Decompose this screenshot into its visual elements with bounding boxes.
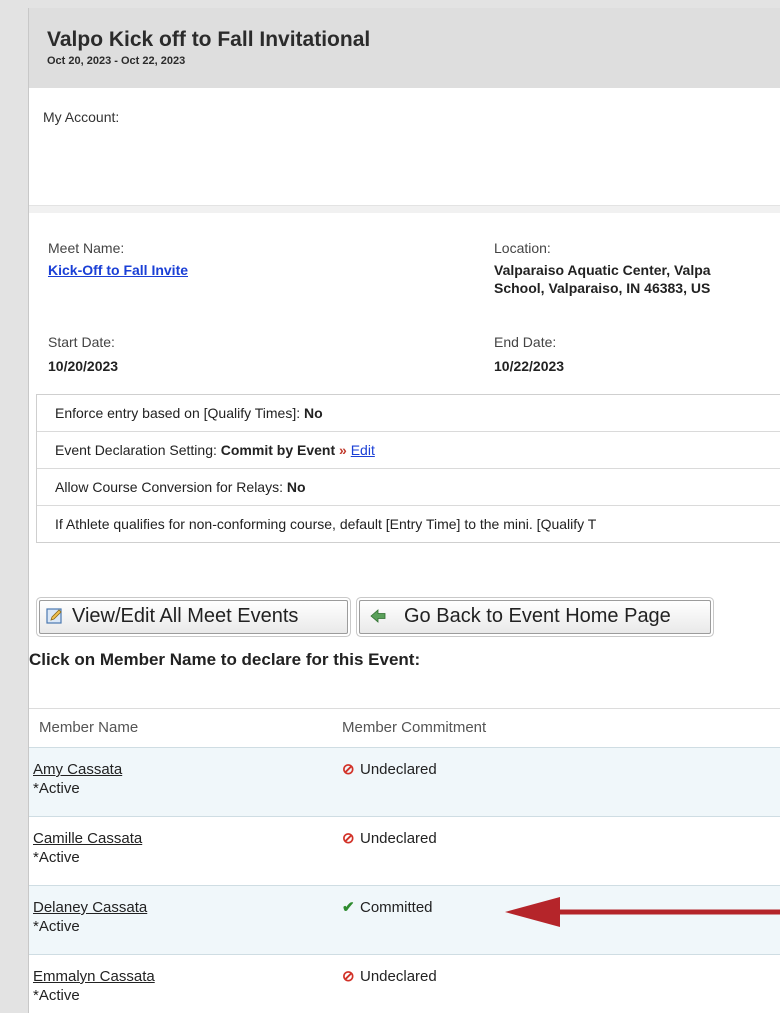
location-label: Location: xyxy=(494,240,551,256)
section-divider xyxy=(29,205,780,213)
member-row: Camille Cassata *Active ⊘ Undeclared xyxy=(29,816,780,885)
member-name-link[interactable]: Camille Cassata xyxy=(33,830,142,847)
setting-course-conversion: Allow Course Conversion for Relays: No xyxy=(37,469,780,506)
commitment-status: ⊘ Undeclared xyxy=(342,967,437,985)
commitment-text: Undeclared xyxy=(360,968,437,985)
commitment-text: Undeclared xyxy=(360,830,437,847)
col-member-commitment: Member Commitment xyxy=(342,719,487,736)
raquo-separator: » xyxy=(335,442,351,458)
view-edit-meet-events-button[interactable]: View/Edit All Meet Events xyxy=(39,600,348,634)
member-table-header: Member Name Member Commitment xyxy=(29,708,780,747)
setting-enforce-label: Enforce entry based on [Qualify Times]: xyxy=(55,405,305,421)
setting-course-conv-value: No xyxy=(286,479,306,495)
meet-name-link[interactable]: Kick-Off to Fall Invite xyxy=(48,261,188,279)
meet-header: Valpo Kick off to Fall Invitational Oct … xyxy=(29,8,780,88)
setting-course-conv-label: Allow Course Conversion for Relays: xyxy=(55,479,287,495)
member-name-link[interactable]: Amy Cassata xyxy=(33,761,122,778)
my-account-label: My Account: xyxy=(43,109,120,125)
undeclared-icon: ⊘ xyxy=(342,761,355,778)
col-member-name: Member Name xyxy=(39,719,139,736)
checkmark-icon: ✔ xyxy=(342,899,355,916)
commitment-text: Committed xyxy=(360,899,433,916)
meet-title: Valpo Kick off to Fall Invitational xyxy=(47,28,371,51)
undeclared-icon: ⊘ xyxy=(342,830,355,847)
setting-enforce-qualify: Enforce entry based on [Qualify Times]: … xyxy=(37,395,780,432)
member-status: *Active xyxy=(33,780,80,797)
commitment-text: Undeclared xyxy=(360,761,437,778)
member-status: *Active xyxy=(33,918,80,935)
annotation-arrow-icon xyxy=(505,897,780,927)
declare-prompt: Click on Member Name to declare for this… xyxy=(29,650,421,669)
meet-settings-box: Enforce entry based on [Qualify Times]: … xyxy=(36,394,780,543)
member-status: *Active xyxy=(33,849,80,866)
go-back-button-label: Go Back to Event Home Page xyxy=(404,605,671,627)
go-back-event-home-button[interactable]: Go Back to Event Home Page xyxy=(359,600,711,634)
commitment-status: ✔ Committed xyxy=(342,898,433,916)
meet-panel: Valpo Kick off to Fall Invitational Oct … xyxy=(28,8,780,1013)
setting-nonconforming: If Athlete qualifies for non-conforming … xyxy=(37,506,780,542)
member-status: *Active xyxy=(33,987,80,1004)
commitment-status: ⊘ Undeclared xyxy=(342,760,437,778)
start-date-value: 10/20/2023 xyxy=(48,358,119,374)
meet-name-label: Meet Name: xyxy=(48,240,125,256)
member-name-link[interactable]: Emmalyn Cassata xyxy=(33,968,155,985)
start-date-label: Start Date: xyxy=(48,334,115,350)
end-date-label: End Date: xyxy=(494,334,557,350)
member-table: Member Name Member Commitment Amy Cassat… xyxy=(29,708,780,1013)
setting-enforce-value: No xyxy=(304,405,323,421)
location-line-1: Valparaiso Aquatic Center, Valpa xyxy=(494,262,711,278)
setting-declaration-value: Commit by Event xyxy=(220,442,336,458)
end-date-value: 10/22/2023 xyxy=(494,358,565,374)
member-row: Amy Cassata *Active ⊘ Undeclared xyxy=(29,747,780,816)
undeclared-icon: ⊘ xyxy=(342,968,355,985)
member-name-link[interactable]: Delaney Cassata xyxy=(33,899,147,916)
setting-declaration-label: Event Declaration Setting: xyxy=(55,442,221,458)
edit-declaration-link[interactable]: Edit xyxy=(351,442,375,458)
back-arrow-icon xyxy=(370,609,386,623)
edit-icon xyxy=(46,608,62,624)
member-row: Emmalyn Cassata *Active ⊘ Undeclared xyxy=(29,954,780,1013)
view-edit-button-label: View/Edit All Meet Events xyxy=(72,605,299,627)
commitment-status: ⊘ Undeclared xyxy=(342,829,437,847)
location-line-2: School, Valparaiso, IN 46383, US xyxy=(494,280,711,296)
setting-nonconforming-text: If Athlete qualifies for non-conforming … xyxy=(55,516,597,532)
setting-declaration: Event Declaration Setting: Commit by Eve… xyxy=(37,432,780,469)
meet-dates: Oct 20, 2023 - Oct 22, 2023 xyxy=(47,55,186,67)
